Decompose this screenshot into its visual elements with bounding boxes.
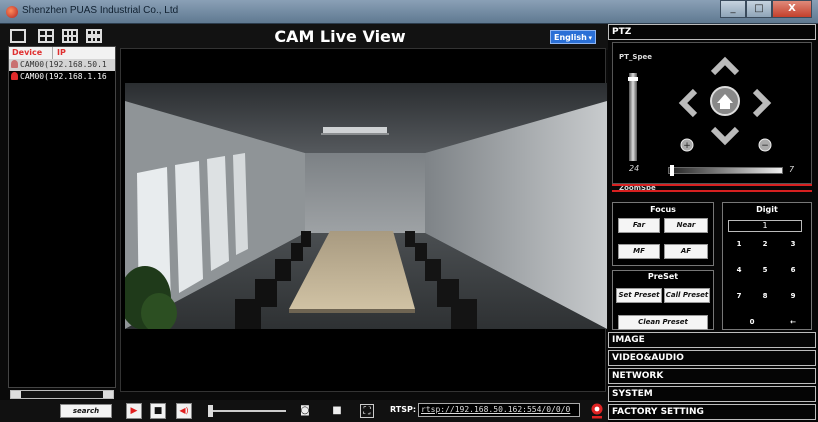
device-row-label: CAM00(192.168.1.16 [20, 72, 107, 81]
digit-key-8[interactable]: 8 [758, 290, 772, 302]
webcam-icon[interactable] [590, 403, 604, 419]
volume-slider-knob[interactable] [208, 405, 213, 417]
camera-feed-image [125, 83, 607, 329]
language-value: English [554, 33, 587, 42]
snapshot-camera-icon[interactable]: ◙ [298, 404, 312, 418]
video-view[interactable] [120, 48, 607, 392]
digit-title: Digit [756, 205, 778, 214]
layout-4-view-icon[interactable] [38, 29, 54, 43]
backspace-key[interactable]: ← [786, 316, 800, 328]
device-list-header: Device IP [9, 47, 115, 59]
ptz-box: PT_Spee 24 + − ZoomSpe [612, 42, 812, 192]
divider [612, 184, 812, 186]
auto-focus-button[interactable]: AF [664, 244, 708, 259]
layout-9-view-icon[interactable] [86, 29, 102, 43]
device-row[interactable]: CAM00(192.168.1.16 [9, 71, 115, 83]
playback-bar: search device ▶ ■ ◀) ◙ ■ ⛶ RTSP: rtsp://… [0, 400, 608, 422]
factory-setting-section-header[interactable]: FACTORY SETTING [608, 404, 816, 420]
volume-slider[interactable] [210, 410, 286, 412]
system-section-header[interactable]: SYSTEM [608, 386, 816, 402]
pt-speed-slider[interactable] [628, 73, 638, 161]
digit-key-9[interactable]: 9 [786, 290, 800, 302]
zoom-speed-knob[interactable] [670, 165, 674, 176]
scroll-left-arrow[interactable] [11, 391, 21, 398]
device-list-scrollbar[interactable] [10, 390, 114, 399]
fullscreen-icon[interactable]: ⛶ [360, 404, 374, 418]
digit-key-2[interactable]: 2 [758, 238, 772, 250]
window-titlebar: Shenzhen PUAS Industrial Co., Ltd _ □ X [0, 0, 818, 24]
digit-key-0[interactable]: 0 [745, 316, 759, 328]
arrow-right-icon[interactable] [752, 88, 772, 118]
control-panel: PTZ PT_Spee 24 + − ZoomSpe 7 Focus Far N… [608, 24, 818, 422]
play-icon: ▶ [130, 406, 138, 416]
stop-icon: ■ [153, 406, 163, 416]
layout-1-view-icon[interactable] [10, 29, 26, 43]
zoom-speed-value: 7 [789, 165, 795, 174]
digit-key-1[interactable]: 1 [732, 238, 746, 250]
device-row-label: CAM00(192.168.50.1 [20, 60, 107, 69]
app-logo-icon [6, 6, 18, 18]
rtsp-url-field[interactable]: rtsp://192.168.50.162:554/0/0/0 [418, 403, 580, 417]
camera-icon [11, 72, 18, 80]
zoom-speed-slider[interactable] [668, 167, 783, 174]
call-preset-button[interactable]: Call Preset [664, 288, 710, 303]
maximize-button[interactable]: □ [746, 0, 772, 18]
stop-button[interactable]: ■ [150, 403, 166, 419]
device-list: Device IP CAM00(192.168.50.1 CAM00(192.1… [8, 46, 116, 388]
clean-preset-button[interactable]: Clean Preset [618, 315, 708, 330]
rtsp-label: RTSP: [390, 405, 417, 414]
pt-speed-knob[interactable] [628, 77, 638, 81]
focus-title: Focus [650, 205, 676, 214]
chevron-down-icon: ▾ [588, 34, 592, 42]
play-button[interactable]: ▶ [126, 403, 142, 419]
svg-text:−: − [761, 141, 769, 151]
ptz-direction-pad: + − [678, 56, 772, 152]
ip-column-header: IP [57, 48, 66, 57]
speaker-icon: ◀) [179, 406, 189, 415]
language-select[interactable]: English ▾ [550, 30, 596, 44]
digit-key-3[interactable]: 3 [786, 238, 800, 250]
volume-button[interactable]: ◀) [176, 403, 192, 419]
close-button[interactable]: X [772, 0, 812, 18]
focus-near-button[interactable]: Near [664, 218, 708, 233]
digit-key-6[interactable]: 6 [786, 264, 800, 276]
focus-far-button[interactable]: Far [618, 218, 660, 233]
digit-display: 1 [728, 220, 802, 232]
image-section-header[interactable]: IMAGE [608, 332, 816, 348]
window-title: Shenzhen PUAS Industrial Co., Ltd [22, 5, 179, 16]
arrow-left-icon[interactable] [678, 88, 698, 118]
network-section-header[interactable]: NETWORK [608, 368, 816, 384]
digit-key-5[interactable]: 5 [758, 264, 772, 276]
svg-text:+: + [683, 141, 691, 151]
ptz-section-header[interactable]: PTZ [608, 24, 816, 40]
camera-icon [11, 60, 18, 68]
page-title: CAM Live View [274, 27, 406, 46]
digit-key-7[interactable]: 7 [732, 290, 746, 302]
manual-focus-button[interactable]: MF [618, 244, 660, 259]
video-audio-section-header[interactable]: VIDEO&AUDIO [608, 350, 816, 366]
arrow-up-icon[interactable] [710, 56, 740, 76]
arrow-down-icon[interactable] [710, 126, 740, 146]
window-controls: _ □ X [720, 0, 812, 18]
set-preset-button[interactable]: Set Preset [616, 288, 662, 303]
divider [612, 190, 812, 192]
search-device-button[interactable]: search device [60, 404, 112, 422]
digit-key-4[interactable]: 4 [732, 264, 746, 276]
scroll-thumb[interactable] [103, 391, 113, 398]
pt-speed-label: PT_Spee [619, 53, 652, 61]
device-row[interactable]: CAM00(192.168.50.1 [9, 59, 115, 71]
pt-speed-value: 24 [629, 164, 640, 173]
record-video-icon[interactable]: ■ [330, 404, 344, 418]
app-window: Shenzhen PUAS Industrial Co., Ltd _ □ X … [0, 0, 818, 422]
device-column-header: Device [9, 47, 53, 59]
minimize-button[interactable]: _ [720, 0, 746, 18]
layout-6-view-icon[interactable] [62, 29, 78, 43]
preset-title: PreSet [647, 272, 679, 281]
